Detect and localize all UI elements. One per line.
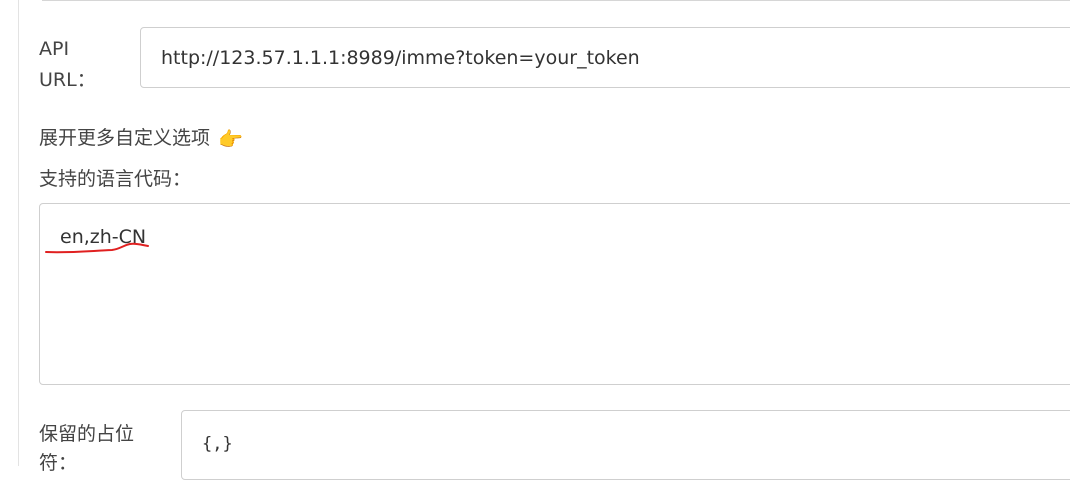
reserved-placeholder-value: {,} (202, 434, 233, 454)
supported-languages-label: 支持的语言代码： (39, 168, 192, 190)
section-divider (42, 0, 1070, 1)
supported-languages-value: en,zh-CN (60, 226, 147, 248)
panel-left-border (18, 0, 19, 466)
api-url-input[interactable]: http://123.57.1.1.1:8989/imme?token=your… (140, 27, 1070, 88)
reserved-placeholder-label: 保留的占位 符： (39, 423, 135, 474)
reserved-placeholder-input[interactable]: {,} (181, 410, 1070, 480)
api-url-label: API URL： (39, 38, 96, 91)
pointing-hand-icon: 👉 (218, 127, 243, 151)
expand-more-options-toggle[interactable]: 展开更多自定义选项 👉 (39, 124, 243, 152)
expand-more-options-label: 展开更多自定义选项 (39, 127, 211, 149)
supported-languages-textarea[interactable]: en,zh-CN (39, 203, 1070, 385)
